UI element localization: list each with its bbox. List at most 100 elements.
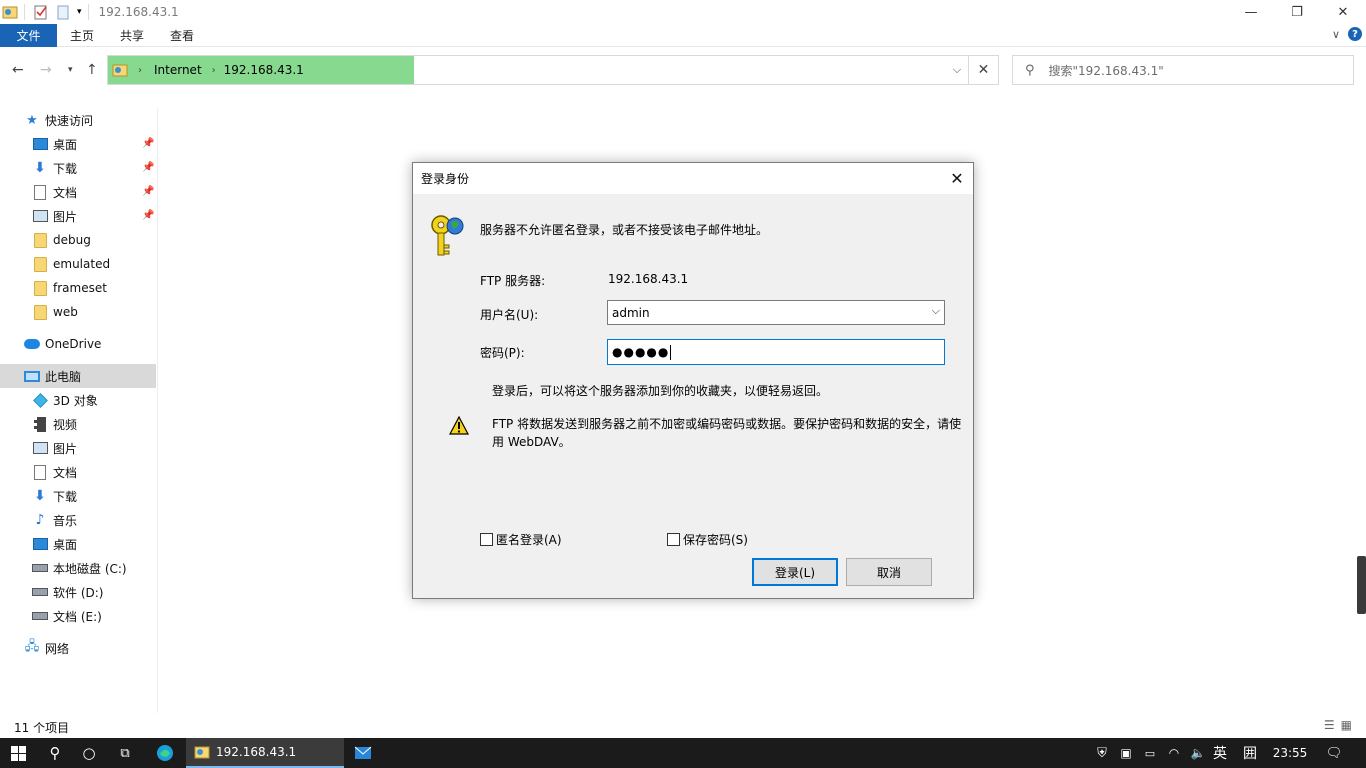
new-folder-icon[interactable] [55, 4, 71, 20]
sidebar-item-network[interactable]: 🖧 网络 [24, 636, 69, 660]
address-dropdown-icon[interactable]: ⌵ [946, 56, 968, 84]
breadcrumb-host[interactable]: 192.168.43.1 [224, 63, 304, 77]
network-icon: 🖧 [24, 639, 40, 654]
app-tray-icon[interactable]: ▣ [1116, 738, 1136, 768]
sidebar-label: 此电脑 [45, 369, 82, 384]
edge-logo-icon [157, 745, 173, 761]
chevron-right-icon[interactable]: › [212, 65, 216, 76]
address-bar[interactable]: › Internet › 192.168.43.1 ⌵ ✕ [107, 55, 999, 85]
search-input[interactable]: ⚲ 搜索"192.168.43.1" [1012, 55, 1354, 85]
checkbox-box[interactable] [480, 533, 493, 546]
folder-icon [33, 256, 47, 272]
checkbox-box[interactable] [667, 533, 680, 546]
sidebar-item-downloads[interactable]: ⬇ 下载 [32, 156, 77, 180]
properties-icon[interactable] [33, 4, 49, 20]
sidebar-item-debug[interactable]: debug [32, 228, 91, 252]
wifi-icon[interactable]: ◠ [1164, 738, 1184, 768]
text-caret [670, 344, 672, 360]
sidebar-item-pc-pictures[interactable]: 图片 [32, 436, 77, 460]
chevron-right-icon[interactable]: › [138, 65, 142, 76]
sidebar-item-web[interactable]: web [32, 300, 78, 324]
drive-icon [32, 588, 48, 596]
sidebar-label: 桌面 [53, 537, 78, 552]
tab-file[interactable]: 文件 [0, 23, 57, 47]
sidebar-label: 软件 (D:) [53, 585, 104, 600]
dialog-close-icon[interactable]: ✕ [941, 163, 973, 194]
clock[interactable]: 23:55 [1268, 738, 1312, 768]
checkbox-label: 保存密码(S) [683, 533, 748, 547]
edge-scroll-handle[interactable] [1357, 556, 1366, 614]
sidebar-item-pc-documents[interactable]: 文档 [32, 460, 77, 484]
document-icon [34, 464, 46, 480]
breadcrumb-internet[interactable]: Internet [154, 63, 202, 77]
pin-icon[interactable]: 📌 [142, 186, 154, 197]
sidebar-item-drive-c[interactable]: 本地磁盘 (C:) [32, 556, 127, 580]
window-title: 192.168.43.1 [98, 5, 179, 19]
pin-icon[interactable]: 📌 [142, 138, 154, 149]
save-password-checkbox[interactable]: 保存密码(S) [667, 531, 748, 548]
folder-icon [33, 232, 47, 248]
search-taskbar-icon[interactable]: ⚲ [38, 738, 72, 768]
stop-icon[interactable]: ✕ [968, 56, 998, 84]
tab-view[interactable]: 查看 [157, 24, 207, 47]
sidebar-label: 下载 [53, 489, 78, 504]
sidebar-item-pc-desktop[interactable]: 桌面 [32, 532, 77, 556]
search-placeholder: 搜索"192.168.43.1" [1048, 63, 1164, 78]
sidebar-item-desktop[interactable]: 桌面 [32, 132, 77, 156]
sidebar-item-frameset[interactable]: frameset [32, 276, 107, 300]
sidebar-item-drive-d[interactable]: 软件 (D:) [32, 580, 103, 604]
dialog-message: 服务器不允许匿名登录，或者不接受该电子邮件地址。 [480, 223, 769, 237]
tab-home[interactable]: 主页 [57, 24, 107, 47]
cancel-button[interactable]: 取消 [846, 558, 932, 586]
favorites-note: 登录后，可以将这个服务器添加到你的收藏夹，以便轻易返回。 [492, 384, 829, 398]
cortana-icon[interactable]: ○ [72, 738, 106, 768]
sidebar-item-music[interactable]: ♪ 音乐 [32, 508, 77, 532]
sidebar-item-emulated[interactable]: emulated [32, 252, 110, 276]
picture-icon [32, 210, 48, 222]
ribbon-collapse-icon[interactable]: ∨ [1332, 28, 1340, 41]
volume-icon[interactable]: 🔈 [1188, 738, 1208, 768]
tab-share[interactable]: 共享 [107, 24, 157, 47]
task-view-icon[interactable]: ⧉ [108, 738, 142, 768]
large-icons-view-icon[interactable]: ▦ [1341, 718, 1352, 732]
taskbar-window-explorer[interactable]: 192.168.43.1 [186, 738, 344, 768]
sidebar-item-pictures[interactable]: 图片 [32, 204, 77, 228]
anonymous-login-checkbox[interactable]: 匿名登录(A) [480, 531, 562, 548]
start-button[interactable] [0, 738, 36, 768]
pin-icon[interactable]: 📌 [142, 210, 154, 221]
sidebar-item-3d-objects[interactable]: 3D 对象 [32, 388, 98, 412]
help-icon[interactable]: ? [1348, 27, 1362, 41]
forward-arrow-icon[interactable]: → [40, 62, 52, 78]
login-button[interactable]: 登录(L) [752, 558, 838, 586]
notifications-icon[interactable]: 🗨 [1322, 738, 1346, 768]
chevron-down-icon[interactable]: ⌵ [932, 304, 940, 318]
star-icon: ★ [26, 112, 38, 128]
sidebar-item-documents[interactable]: 文档 [32, 180, 77, 204]
sidebar-label: 视频 [53, 417, 78, 432]
ime-language[interactable]: 英 [1208, 738, 1232, 768]
edge-icon[interactable] [148, 738, 182, 768]
close-button[interactable]: ✕ [1320, 0, 1366, 24]
security-tray-icon[interactable]: ⛨ [1092, 738, 1112, 768]
restore-button[interactable]: ❐ [1274, 0, 1320, 24]
username-combobox[interactable]: admin ⌵ [607, 300, 945, 325]
sidebar-item-drive-e[interactable]: 文档 (E:) [32, 604, 102, 628]
sidebar-item-videos[interactable]: 视频 [32, 412, 77, 436]
sidebar-item-onedrive[interactable]: OneDrive [24, 332, 101, 356]
details-view-icon[interactable]: ☰ [1324, 718, 1335, 732]
qa-dropdown-icon[interactable]: ▾ [77, 7, 82, 17]
sidebar-item-pc-downloads[interactable]: ⬇ 下载 [32, 484, 77, 508]
password-field[interactable]: ●●●●● [607, 339, 945, 365]
picture-icon [32, 442, 48, 454]
pin-icon[interactable]: 📌 [142, 162, 154, 173]
sidebar-item-this-pc[interactable]: 此电脑 [0, 364, 156, 388]
windows-logo-icon [10, 745, 26, 761]
minimize-button[interactable]: — [1228, 0, 1274, 24]
mail-icon[interactable] [346, 738, 380, 768]
recent-locations-icon[interactable]: ▾ [68, 65, 73, 75]
battery-icon[interactable]: ▭ [1140, 738, 1160, 768]
back-arrow-icon[interactable]: ← [12, 62, 24, 78]
ime-mode-icon[interactable]: 囲 [1238, 738, 1262, 768]
up-arrow-icon[interactable]: ↑ [86, 62, 98, 78]
sidebar-item-quick-access[interactable]: ★ 快速访问 [24, 108, 93, 132]
